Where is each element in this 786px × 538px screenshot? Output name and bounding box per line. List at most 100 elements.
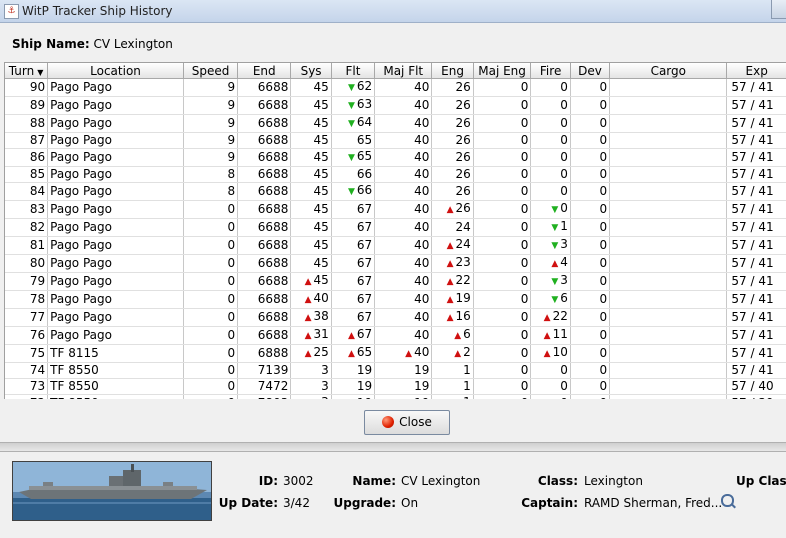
table-row[interactable]: 78 Pago Pago 0 6688 ▲ 40 67 40 ▲ 19 0 ▼ 6 0 57 / 41 xyxy=(5,290,786,309)
column-header-maj-eng[interactable]: Maj Eng xyxy=(473,63,532,79)
trend-down-icon: ▼ xyxy=(347,101,355,111)
table-row[interactable]: 75 TF 8115 0 6888 ▲ 25 ▲ 65 ▲ 40 ▲ 2 0 ▲ 10 0 57 / 41 xyxy=(5,344,786,363)
eng-cell-value: 6 xyxy=(463,327,471,341)
history-table-container[interactable]: Turn ▼ Location Speed End Sys Flt Maj Flt… xyxy=(4,62,786,399)
maj-eng-cell-value: 0 xyxy=(520,167,529,181)
speed-cell: 0 xyxy=(183,272,239,291)
table-row[interactable]: 89 Pago Pago 9 6688 45 ▼ 63 40 26 0 0 0 57 / 41 xyxy=(5,96,786,115)
location-cell: Pago Pago xyxy=(47,114,184,133)
window-control-button[interactable] xyxy=(771,0,786,19)
trend-down-icon: ▼ xyxy=(551,295,559,305)
close-button[interactable]: Close xyxy=(364,410,450,435)
flt-cell: 19 xyxy=(331,394,376,399)
cargo-cell xyxy=(609,378,728,395)
table-row[interactable]: 73 TF 8550 0 7472 3 19 19 1 0 0 0 57 / 40 xyxy=(5,378,786,395)
column-header-maj-flt[interactable]: Maj Flt xyxy=(374,63,433,79)
fire-cell-value: 0 xyxy=(560,116,568,130)
location-cell-value: Pago Pago xyxy=(50,292,112,306)
eng-cell-value: 1 xyxy=(463,379,471,393)
eng-cell-value: 26 xyxy=(455,133,471,147)
eng-cell: 26 xyxy=(431,166,474,183)
cargo-cell xyxy=(609,308,728,327)
column-header-turn[interactable]: Turn ▼ xyxy=(5,63,49,79)
fire-cell-value: 10 xyxy=(552,345,568,359)
speed-cell-value: 0 xyxy=(227,363,236,377)
table-row[interactable]: 79 Pago Pago 0 6688 ▲ 45 67 40 ▲ 22 0 ▼ 3 0 57 / 41 xyxy=(5,272,786,291)
column-header-eng[interactable]: Eng xyxy=(431,63,474,79)
upgrade-label: Upgrade: xyxy=(333,496,396,510)
speed-cell: 8 xyxy=(183,166,239,183)
exp-cell: 57 / 41 xyxy=(726,236,786,255)
end-cell-value: 6688 xyxy=(257,328,289,342)
table-row[interactable]: 83 Pago Pago 0 6688 45 67 40 ▲ 26 0 ▼ 0 0 57 / 41 xyxy=(5,200,786,219)
table-row[interactable]: 76 Pago Pago 0 6688 ▲ 31 ▲ 67 40 ▲ 6 0 ▲ 11 0 57 / 41 xyxy=(5,326,786,345)
column-header-end[interactable]: End xyxy=(237,63,292,79)
speed-cell-value: 9 xyxy=(227,150,236,164)
dev-cell-value: 0 xyxy=(599,133,608,147)
table-row[interactable]: 88 Pago Pago 9 6688 45 ▼ 64 40 26 0 0 0 57 / 41 xyxy=(5,114,786,133)
location-cell: TF 8115 xyxy=(47,344,184,363)
table-row[interactable]: 74 TF 8550 0 7139 3 19 19 1 0 0 0 57 / 41 xyxy=(5,362,786,379)
end-cell-value: 6688 xyxy=(257,80,289,94)
split-pane-divider[interactable] xyxy=(0,442,786,452)
sys-cell: ▲ 25 xyxy=(290,344,332,363)
turn-cell: 82 xyxy=(5,218,49,237)
flt-cell: ▲ 67 xyxy=(331,326,376,345)
table-row[interactable]: 81 Pago Pago 0 6688 45 67 40 ▲ 24 0 ▼ 3 0 57 / 41 xyxy=(5,236,786,255)
eng-cell-value: 26 xyxy=(455,201,471,215)
ship-silhouette xyxy=(13,462,211,520)
maj-flt-cell: ▲ 40 xyxy=(374,344,433,363)
ship-name-header: Ship Name: CV Lexington xyxy=(12,37,173,51)
maj-eng-cell: 0 xyxy=(473,200,532,219)
table-row[interactable]: 90 Pago Pago 9 6688 45 ▼ 62 40 26 0 0 0 57 / 41 xyxy=(5,78,786,97)
column-header-cargo[interactable]: Cargo xyxy=(609,63,728,79)
column-header-fire[interactable]: Fire xyxy=(530,63,571,79)
dev-cell: 0 xyxy=(570,290,611,309)
turn-cell-value: 72 xyxy=(30,396,45,399)
column-header-speed[interactable]: Speed xyxy=(183,63,239,79)
end-cell-value: 6688 xyxy=(257,133,289,147)
table-row[interactable]: 87 Pago Pago 9 6688 45 65 40 26 0 0 0 57 / 41 xyxy=(5,132,786,149)
column-header-dev[interactable]: Dev xyxy=(570,63,611,79)
location-cell-value: Pago Pago xyxy=(50,310,112,324)
column-header-location[interactable]: Location xyxy=(47,63,184,79)
speed-cell: 0 xyxy=(183,378,239,395)
exp-cell: 57 / 41 xyxy=(726,254,786,273)
location-cell: Pago Pago xyxy=(47,132,184,149)
maj-flt-cell: 40 xyxy=(374,96,433,115)
table-row[interactable]: 72TF 855007803▲31919▲100057 / 39 xyxy=(5,394,786,399)
location-cell-value: Pago Pago xyxy=(50,256,112,270)
sys-cell-value: 45 xyxy=(313,256,329,270)
sys-cell: ▲3 xyxy=(290,394,332,399)
maj-eng-cell-value: 0 xyxy=(520,116,529,130)
exp-cell-value: 57 / 41 xyxy=(731,238,774,252)
fire-cell: ▲ 4 xyxy=(530,254,571,273)
turn-cell-value: 81 xyxy=(29,238,46,252)
location-cell-value: Pago Pago xyxy=(50,328,112,342)
column-header-flt[interactable]: Flt xyxy=(331,63,376,79)
maj-flt-cell: 40 xyxy=(374,132,433,149)
eng-cell: ▲ 26 xyxy=(431,200,474,219)
dev-cell: 0 xyxy=(570,272,611,291)
search-captain-icon[interactable] xyxy=(721,494,734,507)
exp-cell: 57 / 41 xyxy=(726,326,786,345)
maj-eng-cell: 0 xyxy=(473,308,532,327)
table-row[interactable]: 84 Pago Pago 8 6688 45 ▼ 66 40 26 0 0 0 57 / 41 xyxy=(5,182,786,201)
table-row[interactable]: 86 Pago Pago 9 6688 45 ▼ 65 40 26 0 0 0 57 / 41 xyxy=(5,148,786,167)
table-row[interactable]: 85 Pago Pago 8 6688 45 66 40 26 0 0 0 57 / 41 xyxy=(5,166,786,183)
table-row[interactable]: 82 Pago Pago 0 6688 45 67 40 24 0 ▼ 1 0 57 / 41 xyxy=(5,218,786,237)
speed-cell: 8 xyxy=(183,182,239,201)
dev-cell-value: 0 xyxy=(599,328,608,342)
class-value: Lexington xyxy=(584,474,643,488)
column-header-sys[interactable]: Sys xyxy=(290,63,332,79)
trend-up-icon: ▲ xyxy=(446,295,454,305)
table-row[interactable]: 80 Pago Pago 0 6688 45 67 40 ▲ 23 0 ▲ 4 0 57 / 41 xyxy=(5,254,786,273)
column-header-exp[interactable]: Exp xyxy=(726,63,786,79)
eng-cell: 26 xyxy=(431,78,474,97)
flt-cell-value: 65 xyxy=(356,133,373,147)
fire-cell-value: 0 xyxy=(560,150,568,164)
end-cell-value: 6688 xyxy=(257,202,289,216)
table-row[interactable]: 77 Pago Pago 0 6688 ▲ 38 67 40 ▲ 16 0 ▲ 22 0 57 / 41 xyxy=(5,308,786,327)
turn-cell: 90 xyxy=(5,78,49,97)
exp-cell-value: 57 / 41 xyxy=(731,274,774,288)
